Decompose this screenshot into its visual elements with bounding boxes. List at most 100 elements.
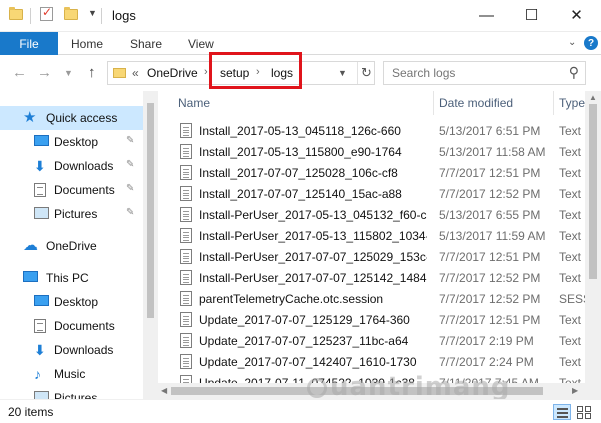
back-button[interactable]: ← (12, 64, 27, 81)
vertical-scrollbar-thumb[interactable] (589, 104, 597, 279)
column-header-date[interactable]: Date modified (439, 96, 513, 110)
file-name: Install_2017-05-13_045118_126c-660 (199, 124, 401, 138)
pin-icon[interactable]: ✎ (126, 135, 134, 146)
column-header-type[interactable]: Type (559, 96, 585, 110)
nav-item-downloads[interactable]: ⬇ Downloads (0, 338, 143, 362)
file-name: Update_2017-07-07_125129_1764-360 (199, 313, 410, 327)
nav-scrollbar-thumb[interactable] (147, 103, 154, 318)
search-icon[interactable]: ⚲ (569, 64, 579, 81)
desktop-icon (34, 135, 49, 146)
text-file-icon (180, 291, 192, 306)
nav-item-desktop[interactable]: Desktop (0, 290, 143, 314)
nav-item-documents[interactable]: Documents ✎ (0, 178, 143, 202)
nav-item-pictures[interactable]: Pictures (0, 386, 143, 399)
nav-item-label: Downloads (54, 159, 114, 173)
file-date-modified: 5/13/2017 11:59 AM (439, 229, 546, 243)
table-row[interactable]: Install_2017-05-13_045118_126c-660 5/13/2… (158, 120, 581, 141)
qat-separator (101, 8, 102, 24)
nav-item-music[interactable]: ♪ Music (0, 362, 143, 386)
recent-locations-button[interactable]: ▼ (64, 68, 73, 78)
nav-item-desktop[interactable]: Desktop ✎ (0, 130, 143, 154)
tab-share[interactable]: Share (130, 37, 162, 51)
pin-icon[interactable]: ✎ (126, 207, 134, 218)
scroll-left-icon[interactable]: ◀ (161, 386, 167, 395)
file-type: Text (559, 187, 582, 201)
table-row[interactable]: Update_2017-07-07_125237_11bc-a64 7/7/201… (158, 330, 581, 351)
table-row[interactable]: Install-PerUser_2017-05-13_115802_1034-.… (158, 225, 581, 246)
help-icon[interactable]: ? (584, 36, 598, 50)
tab-home[interactable]: Home (71, 37, 103, 51)
maximize-button[interactable]: ☐ (509, 0, 554, 30)
nav-item-label: Documents (54, 183, 115, 197)
close-button[interactable]: ✕ (554, 0, 599, 30)
nav-item-label: Music (54, 367, 86, 381)
nav-item-onedrive[interactable]: ☁ OneDrive (0, 234, 143, 258)
column-divider[interactable] (553, 91, 554, 115)
title-bar: ▼ logs — ☐ ✕ (0, 0, 601, 32)
refresh-button[interactable]: ↻ (357, 62, 375, 84)
breadcrumb-onedrive[interactable]: OneDrive (147, 66, 198, 80)
file-type: Text (559, 355, 582, 369)
table-row[interactable]: Install_2017-07-07_125140_15ac-a88 7/7/20… (158, 183, 581, 204)
downloads-icon: ⬇ (34, 158, 46, 174)
pictures-icon (34, 207, 49, 219)
nav-item-this-pc[interactable]: This PC (0, 266, 143, 290)
nav-item-label: Quick access (46, 111, 118, 125)
table-row[interactable]: Update_2017-07-07_125129_1764-360 7/7/201… (158, 309, 581, 330)
file-name: Install_2017-07-07_125140_15ac-a88 (199, 187, 402, 201)
navigation-pane: ★ Quick access Desktop ✎ ⬇ Downloads ✎ D… (0, 91, 158, 399)
star-icon: ★ (23, 109, 37, 126)
breadcrumb-overflow[interactable]: « (132, 66, 139, 80)
scroll-right-icon[interactable]: ▶ (572, 386, 578, 395)
details-view-button[interactable] (553, 404, 571, 420)
tab-file[interactable]: File (0, 32, 58, 55)
nav-item-downloads[interactable]: ⬇ Downloads ✎ (0, 154, 143, 178)
table-row[interactable]: Install_2017-07-07_125028_106c-cf8 7/7/20… (158, 162, 581, 183)
search-input[interactable] (392, 66, 557, 80)
documents-icon (34, 319, 46, 333)
large-icons-view-button[interactable] (575, 404, 593, 420)
item-count: 20 items (8, 405, 54, 419)
tab-view[interactable]: View (188, 37, 214, 51)
table-row[interactable]: Install_2017-05-13_115800_e90-1764 5/13/2… (158, 141, 581, 162)
file-name: Install-PerUser_2017-07-07_125142_1484-.… (199, 271, 427, 285)
table-row[interactable]: parentTelemetryCache.otc.session 7/7/2017… (158, 288, 591, 309)
address-dropdown-icon[interactable]: ▼ (338, 68, 347, 78)
column-divider[interactable] (433, 91, 434, 115)
table-row[interactable]: Install-PerUser_2017-05-13_045132_f60-ca… (158, 204, 581, 225)
table-row[interactable]: Update_2017-07-07_142407_1610-1730 7/7/20… (158, 351, 581, 372)
nav-item-quick-access[interactable]: ★ Quick access (0, 106, 143, 130)
text-file-icon (180, 270, 192, 285)
file-name: Update_2017-07-07_125237_11bc-a64 (199, 334, 409, 348)
breadcrumb-separator[interactable]: › (204, 66, 208, 78)
pin-icon[interactable]: ✎ (126, 159, 134, 170)
status-bar: 20 items (0, 399, 601, 423)
file-name: Install-PerUser_2017-07-07_125029_153c-.… (199, 250, 427, 264)
pin-icon[interactable]: ✎ (126, 183, 134, 194)
new-folder-icon[interactable] (64, 7, 78, 20)
file-date-modified: 7/7/2017 12:51 PM (439, 313, 541, 327)
chevron-down-icon[interactable]: ⌄ (568, 37, 576, 48)
properties-icon[interactable] (40, 5, 53, 21)
nav-item-documents[interactable]: Documents (0, 314, 143, 338)
pictures-icon (34, 391, 49, 399)
file-date-modified: 7/7/2017 12:52 PM (439, 187, 541, 201)
file-name: Install-PerUser_2017-05-13_115802_1034-.… (199, 229, 427, 243)
up-button[interactable]: ↑ (88, 64, 96, 81)
customize-qat-icon[interactable]: ▼ (88, 8, 97, 18)
forward-button[interactable]: → (37, 64, 52, 81)
search-box[interactable]: ⚲ (383, 61, 586, 85)
nav-item-pictures[interactable]: Pictures ✎ (0, 202, 143, 226)
file-date-modified: 5/13/2017 6:55 PM (439, 208, 541, 222)
onedrive-icon: ☁ (23, 237, 38, 254)
table-row[interactable]: Install-PerUser_2017-07-07_125142_1484-.… (158, 267, 581, 288)
file-type: Text (559, 229, 582, 243)
file-type: Text (559, 124, 582, 138)
column-header-name[interactable]: Name (178, 96, 210, 110)
watermark: uantrimang (330, 372, 511, 402)
table-row[interactable]: Install-PerUser_2017-07-07_125029_153c-.… (158, 246, 581, 267)
file-date-modified: 7/7/2017 12:52 PM (439, 292, 541, 306)
minimize-button[interactable]: — (464, 0, 509, 30)
nav-item-label: Downloads (54, 343, 114, 357)
scroll-up-icon[interactable]: ▲ (589, 93, 597, 102)
